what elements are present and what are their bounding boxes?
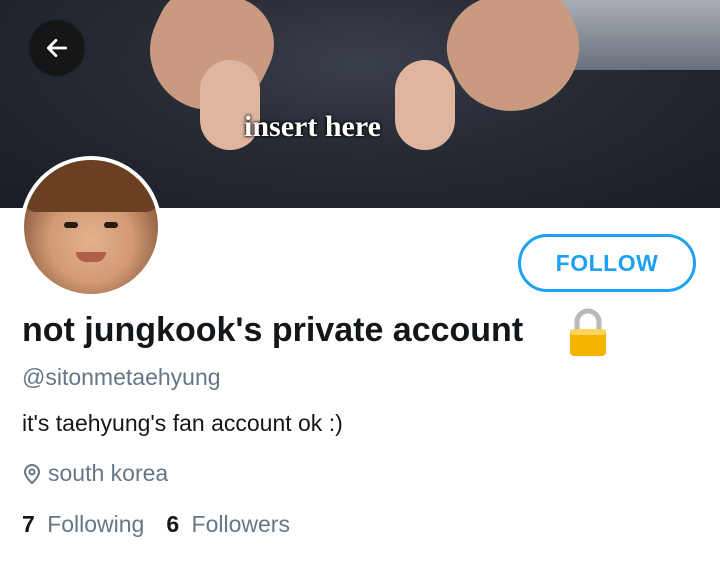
arrow-left-icon bbox=[46, 39, 68, 57]
profile-bio: it's taehyung's fan account ok :) bbox=[22, 410, 343, 436]
banner-hand-right bbox=[395, 60, 455, 150]
banner-caption: insert here bbox=[244, 110, 381, 143]
avatar-eye-right bbox=[104, 222, 118, 228]
followers-label: Followers bbox=[191, 511, 290, 537]
followers-count: 6 bbox=[166, 511, 180, 537]
avatar-image bbox=[24, 160, 158, 294]
follow-button[interactable]: FOLLOW bbox=[518, 234, 696, 292]
location-pin-icon bbox=[23, 463, 41, 484]
lock-icon bbox=[570, 308, 606, 356]
following-label: Following bbox=[47, 511, 145, 537]
following-count: 7 bbox=[22, 511, 35, 537]
avatar[interactable] bbox=[20, 156, 162, 298]
profile-handle: @sitonmetaehyung bbox=[22, 364, 221, 390]
profile-location: south korea bbox=[22, 460, 168, 487]
avatar-eye-left bbox=[64, 222, 78, 228]
profile-stats: 7 Following 6 Followers bbox=[22, 511, 290, 538]
avatar-mouth bbox=[76, 252, 106, 262]
followers-link[interactable]: 6 Followers bbox=[166, 511, 290, 538]
location-text: south korea bbox=[48, 460, 169, 486]
avatar-hair bbox=[24, 160, 158, 212]
following-link[interactable]: 7 Following bbox=[22, 511, 144, 538]
display-name: not jungkook's private account bbox=[22, 311, 524, 349]
back-button[interactable] bbox=[29, 20, 85, 76]
